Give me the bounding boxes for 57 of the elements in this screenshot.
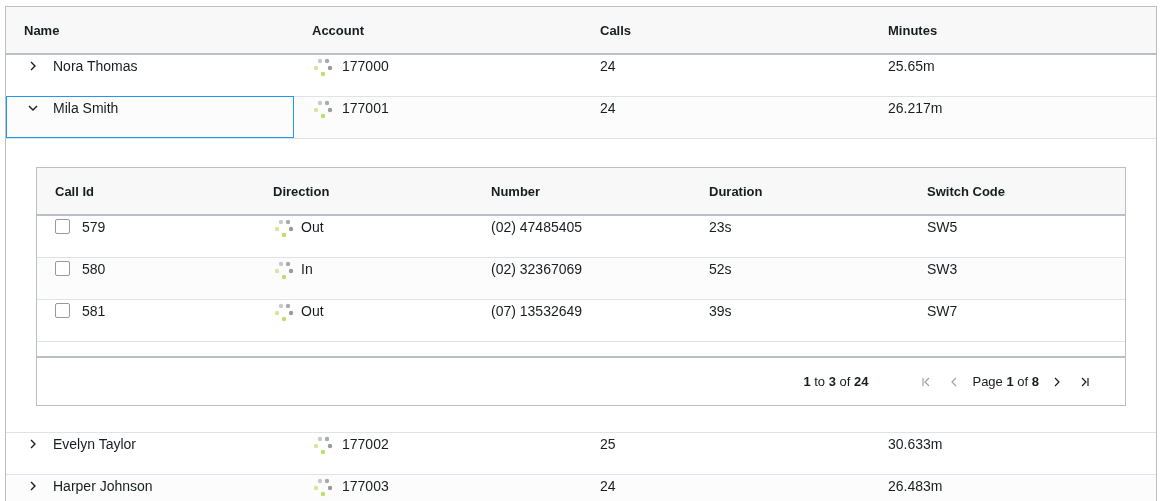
column-header[interactable]: Calls xyxy=(582,22,870,38)
column-header[interactable]: Duration xyxy=(691,183,909,199)
account-text: 177003 xyxy=(342,478,389,494)
minutes-text: 26.217m xyxy=(888,100,943,116)
direction-text: In xyxy=(301,261,313,277)
minutes-text: 25.65m xyxy=(888,58,935,74)
call-id-text: 579 xyxy=(82,219,106,235)
loading-dots-icon xyxy=(312,436,334,456)
name-text: Evelyn Taylor xyxy=(53,436,136,454)
name-text: Mila Smith xyxy=(53,100,119,118)
number-text: (02) 47485405 xyxy=(491,219,583,235)
duration-text: 39s xyxy=(709,303,732,319)
last-page-icon xyxy=(1079,375,1091,388)
number-text: (02) 32367069 xyxy=(491,261,583,277)
row-summary: 1 to 3 of 24 xyxy=(803,374,869,389)
switch-code-text: SW3 xyxy=(927,261,958,277)
duration-text: 23s xyxy=(709,219,732,235)
call-id-text: 580 xyxy=(82,261,106,277)
name-text: Harper Johnson xyxy=(53,478,153,496)
loading-dots-icon xyxy=(312,58,334,78)
row-checkbox[interactable] xyxy=(55,261,70,276)
direction-text: Out xyxy=(301,219,324,235)
switch-code-text: SW5 xyxy=(927,219,958,235)
page-indicator: Page 1 of 8 xyxy=(972,374,1039,389)
column-header[interactable]: Switch Code xyxy=(909,183,1127,199)
switch-code-text: SW7 xyxy=(927,303,958,319)
name-text: Nora Thomas xyxy=(53,58,138,76)
calls-text: 24 xyxy=(600,478,616,494)
name-cell[interactable]: Mila Smith xyxy=(6,96,294,138)
minutes-text: 30.633m xyxy=(888,436,943,452)
minutes-text: 26.483m xyxy=(888,478,943,494)
name-cell[interactable]: Evelyn Taylor xyxy=(6,432,294,474)
name-cell[interactable]: Harper Johnson xyxy=(6,474,294,501)
column-header[interactable]: Direction xyxy=(255,183,473,199)
calls-text: 24 xyxy=(600,100,616,116)
number-text: (07) 13532649 xyxy=(491,303,583,319)
calls-text: 25 xyxy=(600,436,616,452)
account-text: 177000 xyxy=(342,58,389,74)
loading-dots-icon xyxy=(312,100,334,120)
loading-dots-icon xyxy=(312,478,334,498)
row-checkbox[interactable] xyxy=(55,219,70,234)
loading-dots-icon xyxy=(273,261,295,281)
column-header[interactable]: Minutes xyxy=(870,22,1158,38)
column-header[interactable]: Name xyxy=(6,22,294,38)
column-header[interactable]: Account xyxy=(294,22,582,38)
column-header[interactable]: Call Id xyxy=(37,183,255,199)
column-header[interactable]: Number xyxy=(473,183,691,199)
account-text: 177002 xyxy=(342,436,389,452)
name-cell[interactable]: Nora Thomas xyxy=(6,54,294,96)
loading-dots-icon xyxy=(273,303,295,323)
duration-text: 52s xyxy=(709,261,732,277)
loading-dots-icon xyxy=(273,219,295,239)
direction-text: Out xyxy=(301,303,324,319)
call-id-text: 581 xyxy=(82,303,106,319)
row-checkbox[interactable] xyxy=(55,303,70,318)
account-text: 177001 xyxy=(342,100,389,116)
calls-text: 24 xyxy=(600,58,616,74)
